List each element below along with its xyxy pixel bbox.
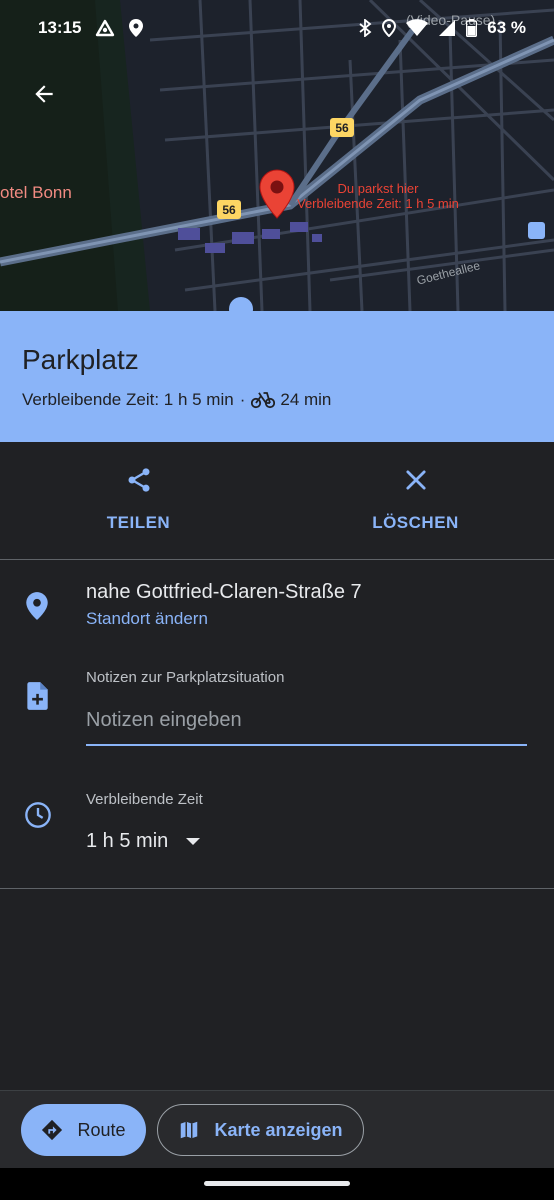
location-status-icon (129, 19, 144, 37)
parking-details: nahe Gottfried-Claren-Straße 7 Standort … (0, 561, 554, 889)
notes-label: Notizen zur Parkplatzsituation (86, 669, 285, 686)
home-gesture-handle[interactable] (204, 1181, 350, 1186)
show-map-button[interactable]: Karte anzeigen (157, 1104, 364, 1156)
gps-icon (382, 19, 397, 37)
map-icon (181, 1121, 198, 1139)
location-pin-icon (26, 592, 48, 620)
route-shield: 56 (217, 200, 241, 219)
parking-location-pin-icon[interactable] (259, 169, 295, 219)
battery-percent: 63 % (487, 18, 526, 37)
parking-header: Parkplatz Verbleibende Zeit: 1 h 5 min ·… (0, 311, 554, 442)
map-view[interactable]: 13:15 63 % (Video-Pause) otel Bonn 56 56… (0, 0, 554, 311)
parking-details-screen: 13:15 63 % (Video-Pause) otel Bonn 56 56… (0, 0, 554, 1200)
share-button[interactable]: TEILEN (0, 442, 277, 559)
close-icon (405, 470, 426, 490)
bike-time: 24 min (280, 390, 332, 409)
bluetooth-icon (359, 19, 372, 37)
notes-content: Notizen zur Parkplatzsituation (86, 669, 527, 746)
bicycle-icon (251, 392, 276, 409)
drive-mode-icon (96, 19, 115, 37)
status-right: 63 % (358, 18, 526, 38)
parking-label-line1: Du parkst hier (337, 181, 419, 196)
signal-icon (439, 20, 456, 36)
share-icon (128, 468, 149, 492)
page-title: Parkplatz (22, 344, 139, 375)
arrow-back-icon (35, 85, 53, 103)
location-content: nahe Gottfried-Claren-Straße 7 Standort … (86, 579, 527, 629)
directions-icon (42, 1119, 63, 1141)
parking-address: nahe Gottfried-Claren-Straße 7 (86, 581, 362, 603)
remaining-time-label: Verbleibende Zeit (86, 791, 203, 808)
wifi-icon (406, 19, 429, 36)
note-add-icon (27, 682, 48, 710)
delete-label: LÖSCHEN (372, 513, 459, 532)
status-bar: 13:15 63 % (0, 0, 554, 56)
route-shield: 56 (330, 118, 354, 137)
delete-button[interactable]: LÖSCHEN (277, 442, 554, 559)
map-label-hotel: otel Bonn (0, 183, 72, 202)
parking-subtitle: Verbleibende Zeit: 1 h 5 min · 24 min (22, 390, 532, 410)
navigation-bar (0, 1168, 554, 1200)
share-label: TEILEN (106, 513, 171, 532)
show-map-label: Karte anzeigen (214, 1119, 343, 1140)
separator-dot: · (239, 390, 246, 409)
dropdown-arrow-icon (186, 837, 201, 845)
status-time: 13:15 (38, 18, 82, 37)
battery-icon (466, 19, 478, 37)
transit-station-icon[interactable] (528, 222, 545, 239)
back-button[interactable] (24, 72, 64, 116)
notes-input[interactable] (86, 704, 527, 746)
remaining-time-dropdown[interactable]: 1 h 5 min (86, 830, 201, 853)
remaining-time-value: 1 h 5 min (86, 830, 169, 852)
map-label-parking: Du parkst hier Verbleibende Zeit: 1 h 5 … (297, 181, 459, 211)
route-button[interactable]: Route (21, 1104, 146, 1156)
change-location-link[interactable]: Standort ändern (86, 609, 527, 629)
status-left: 13:15 (38, 18, 144, 38)
route-label: Route (77, 1119, 126, 1140)
bottom-action-bar: Route Karte anzeigen (0, 1090, 554, 1168)
time-content: Verbleibende Zeit 1 h 5 min (86, 791, 527, 853)
clock-icon (25, 802, 51, 828)
action-bar: TEILEN LÖSCHEN (0, 442, 554, 560)
remaining-time-text: Verbleibende Zeit: 1 h 5 min (22, 390, 234, 409)
parking-label-line2: Verbleibende Zeit: 1 h 5 min (297, 196, 459, 211)
